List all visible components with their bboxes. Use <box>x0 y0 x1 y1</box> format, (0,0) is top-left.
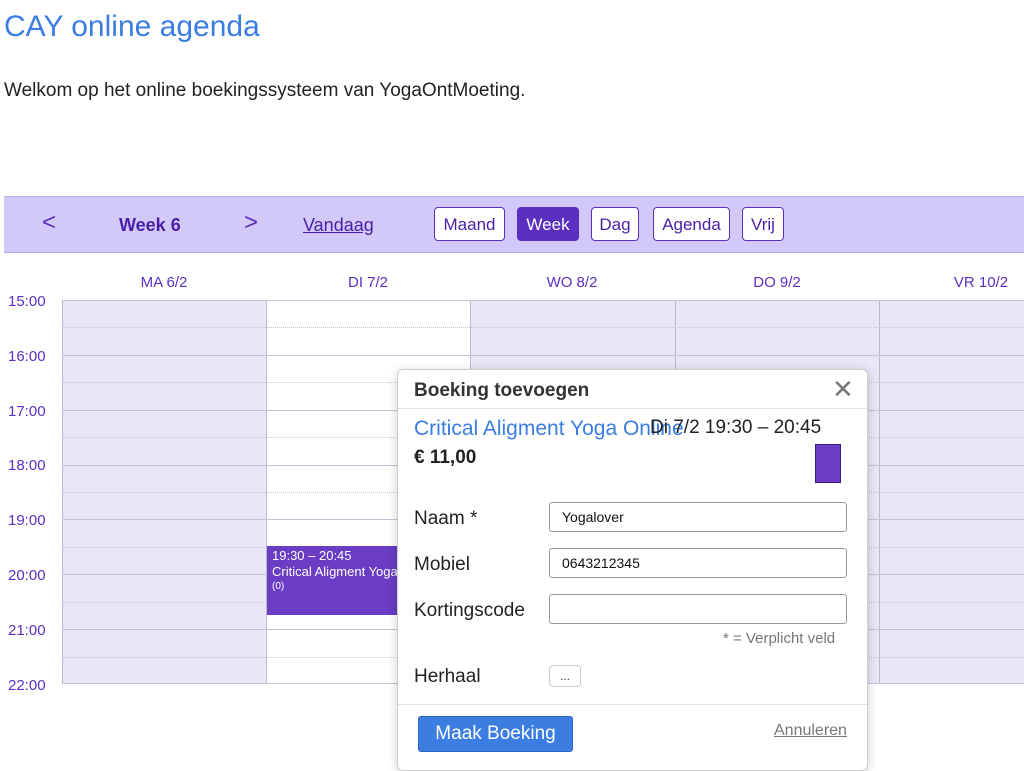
event-time: 19:30 – 20:45 <box>272 548 352 563</box>
class-name: Critical Aligment Yoga Online <box>414 417 684 440</box>
required-note: * = Verplicht veld <box>723 630 836 647</box>
page-title: CAY online agenda <box>4 10 260 43</box>
class-time: Di 7/2 19:30 – 20:45 <box>650 417 822 438</box>
view-month-button[interactable]: Maand <box>434 207 505 241</box>
view-day-button[interactable]: Dag <box>591 207 639 241</box>
hour-label: 20:00 <box>8 567 46 584</box>
make-booking-button[interactable]: Maak Boeking <box>418 716 573 752</box>
hour-label: 19:00 <box>8 512 46 529</box>
day-header-thu: DO 9/2 <box>753 274 801 291</box>
discount-code-field[interactable] <box>549 594 847 624</box>
day-header-fri: VR 10/2 <box>953 274 1009 291</box>
cancel-link[interactable]: Annuleren <box>774 722 847 740</box>
hour-label: 17:00 <box>8 403 46 420</box>
intro-text: Welkom op het online boekingssysteem van… <box>4 80 526 101</box>
view-week-button[interactable]: Week <box>517 207 579 241</box>
hour-label: 22:00 <box>8 677 46 694</box>
hour-label: 15:00 <box>8 293 46 310</box>
mobile-field[interactable] <box>549 548 847 578</box>
hour-label: 21:00 <box>8 622 46 639</box>
hour-line <box>62 355 1024 356</box>
day-header-tue: DI 7/2 <box>347 274 389 291</box>
today-link[interactable]: Vandaag <box>303 215 374 236</box>
view-agenda-button[interactable]: Agenda <box>653 207 730 241</box>
discount-label: Kortingscode <box>414 600 525 621</box>
day-header-wed: WO 8/2 <box>546 274 598 291</box>
event-title: Critical Aligment Yoga Online <box>272 564 407 579</box>
chevron-left-icon[interactable]: < <box>42 209 56 237</box>
event-count: (0) <box>272 581 285 592</box>
dialog-title: Boeking toevoegen <box>414 380 590 401</box>
chevron-right-icon[interactable]: > <box>244 209 258 237</box>
day-header-mon: MA 6/2 <box>140 274 188 291</box>
price: € 11,00 <box>414 447 477 468</box>
view-free-button[interactable]: Vrij <box>742 207 784 241</box>
calendar-event[interactable]: 19:30 – 20:45 Critical Aligment Yoga Onl… <box>267 546 407 615</box>
hour-line <box>62 300 1024 301</box>
repeat-label: Herhaal <box>414 666 481 687</box>
hour-label: 18:00 <box>8 457 46 474</box>
name-label: Naam * <box>414 508 478 529</box>
mobile-label: Mobiel <box>414 554 470 575</box>
color-swatch <box>815 444 841 483</box>
repeat-button[interactable]: ... <box>549 665 581 687</box>
booking-dialog: Boeking toevoegen ✕ Critical Aligment Yo… <box>397 369 868 771</box>
dialog-footer-divider <box>398 704 867 705</box>
dialog-header: Boeking toevoegen ✕ <box>398 370 867 409</box>
name-field[interactable] <box>549 502 847 532</box>
week-label: Week 6 <box>119 215 181 235</box>
close-icon[interactable]: ✕ <box>832 374 854 405</box>
hour-label: 16:00 <box>8 348 46 365</box>
calendar-toolbar: < Week 6 > Vandaag Maand Week Dag Agenda… <box>4 196 1024 253</box>
half-hour-line <box>62 327 1024 328</box>
